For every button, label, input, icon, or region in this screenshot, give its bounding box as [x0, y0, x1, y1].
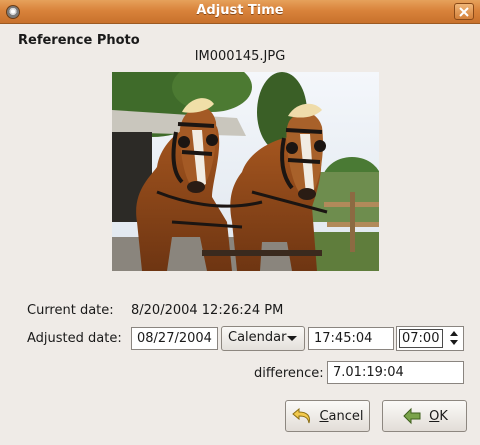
photo-filename: IM000145.JPG [194, 49, 286, 64]
spinner-buttons[interactable] [445, 327, 463, 350]
cancel-button-label: Cancel [319, 408, 364, 424]
current-date-label: Current date: [27, 303, 114, 318]
title-bar: Adjust Time [0, 0, 480, 24]
timezone-offset-spinner[interactable]: 07:00 [396, 326, 464, 351]
adjusted-time-field[interactable]: 17:45:04 [308, 327, 394, 350]
calendar-dropdown-label: Calendar [228, 330, 287, 345]
undo-icon [292, 407, 311, 424]
window-title: Adjust Time [196, 3, 284, 18]
calendar-dropdown[interactable]: Calendar [221, 326, 305, 351]
spin-up-icon[interactable] [450, 331, 458, 336]
reference-photo-heading: Reference Photo [18, 33, 140, 48]
difference-field[interactable]: 7.01:19:04 [327, 361, 464, 384]
chevron-down-icon [287, 336, 297, 341]
timezone-offset-value[interactable]: 07:00 [399, 329, 443, 348]
adjusted-date-label: Adjusted date: [27, 331, 122, 346]
close-button[interactable] [454, 3, 474, 20]
ok-button-label: OK [429, 408, 448, 424]
current-date-value: 8/20/2004 12:26:24 PM [131, 303, 284, 318]
cancel-button[interactable]: Cancel [285, 400, 370, 432]
close-icon [459, 6, 469, 17]
ok-icon [403, 407, 421, 425]
reference-photo [112, 72, 379, 271]
difference-label: difference: [254, 366, 324, 381]
spin-down-icon[interactable] [450, 340, 458, 345]
ok-button[interactable]: OK [382, 400, 467, 432]
adjusted-date-field[interactable]: 08/27/2004 [131, 327, 218, 350]
